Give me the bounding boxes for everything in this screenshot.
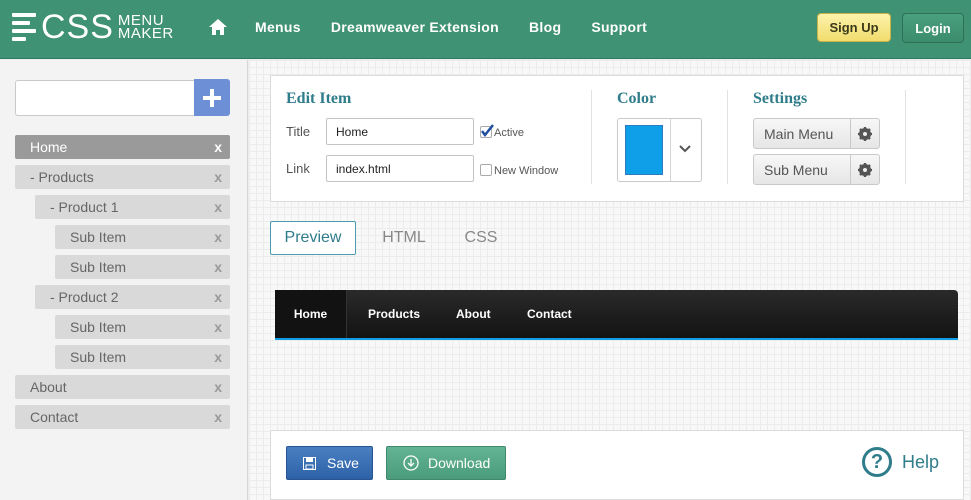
color-swatch (625, 125, 663, 175)
tree-item-label: About (30, 379, 67, 395)
main-nav: Menus Dreamweaver Extension Blog Support (208, 17, 677, 37)
settings-heading: Settings (753, 90, 808, 107)
download-button[interactable]: Download (386, 446, 506, 480)
preview-menu-about[interactable]: About (456, 290, 491, 338)
remove-item-icon[interactable]: x (214, 229, 222, 245)
home-icon[interactable] (208, 17, 228, 37)
preview-menu-products[interactable]: Products (368, 290, 420, 338)
logo-line-maker: MAKER (117, 25, 174, 42)
tree-item[interactable]: Sub Item x (55, 225, 230, 249)
menu-tree-sidebar: Home x - Products x - Product 1 x Sub Item x Sub… (0, 60, 248, 500)
main-menu-label: Main Menu (764, 126, 834, 142)
tree-item-label: Contact (30, 409, 79, 425)
remove-item-icon[interactable]: x (214, 289, 222, 305)
tree-item-label: Sub Item (70, 319, 127, 335)
edit-panel: Edit Item Title Home Active Link index.h… (270, 75, 964, 202)
nav-support[interactable]: Support (591, 19, 647, 35)
login-button[interactable]: Login (902, 13, 964, 43)
tree-item[interactable]: - Product 1 x (35, 195, 230, 219)
nav-blog[interactable]: Blog (529, 19, 561, 35)
nav-menus[interactable]: Menus (255, 19, 301, 35)
nav-dreamweaver-extension[interactable]: Dreamweaver Extension (331, 19, 499, 35)
remove-item-icon[interactable]: x (214, 139, 222, 155)
check-icon (481, 124, 494, 138)
remove-item-icon[interactable]: x (214, 169, 222, 185)
sub-menu-settings-button[interactable]: Sub Menu (753, 154, 880, 185)
divider (591, 90, 592, 184)
tree-item-label: - Products (30, 169, 94, 185)
tree-item-label: - Product 1 (50, 199, 119, 215)
new-window-checkbox[interactable] (480, 164, 492, 176)
new-item-input[interactable] (15, 80, 195, 116)
css-menu-maker-logo[interactable]: CSS MENU MAKER (12, 8, 174, 46)
tree-item[interactable]: Sub Item x (55, 345, 230, 369)
divider (905, 90, 906, 184)
link-input[interactable]: index.html (326, 155, 474, 182)
sub-menu-label: Sub Menu (764, 162, 828, 178)
action-panel: Save Download ? Help (270, 430, 964, 500)
tree-item[interactable]: Sub Item x (55, 315, 230, 339)
download-label: Download (428, 455, 491, 471)
remove-item-icon[interactable]: x (214, 259, 222, 275)
remove-item-icon[interactable]: x (214, 319, 222, 335)
plus-icon (203, 88, 221, 107)
color-picker[interactable] (617, 118, 702, 182)
main-menu-settings-button[interactable]: Main Menu (753, 118, 880, 149)
top-header: CSS MENU MAKER Menus Dreamweaver Extensi… (0, 0, 971, 59)
floppy-disk-icon (303, 456, 316, 470)
download-icon (403, 455, 419, 471)
add-item-button[interactable] (194, 79, 230, 116)
active-label: Active (494, 127, 524, 139)
tree-item[interactable]: - Product 2 x (35, 285, 230, 309)
tree-item-label: Sub Item (70, 349, 127, 365)
tree-item[interactable]: Contact x (15, 405, 230, 429)
tree-item-label: - Product 2 (50, 289, 119, 305)
remove-item-icon[interactable]: x (214, 349, 222, 365)
gear-icon[interactable] (850, 119, 879, 148)
tree-item[interactable]: Sub Item x (55, 255, 230, 279)
chevron-down-icon (679, 145, 691, 153)
menu-preview: Home Products About Contact (275, 290, 958, 340)
tree-item-label: Sub Item (70, 229, 127, 245)
active-checkbox[interactable] (480, 124, 494, 138)
gear-icon[interactable] (850, 155, 879, 184)
title-input[interactable]: Home (326, 118, 474, 145)
tab-preview[interactable]: Preview (270, 221, 356, 255)
editor-area: Edit Item Title Home Active Link index.h… (249, 60, 971, 500)
tree-item[interactable]: About x (15, 375, 230, 399)
tree-item-label: Sub Item (70, 259, 127, 275)
save-button[interactable]: Save (286, 446, 373, 480)
edit-item-heading: Edit Item (286, 90, 352, 107)
divider (727, 90, 728, 184)
tree-item[interactable]: - Products x (15, 165, 230, 189)
view-tabs: Preview HTML CSS (270, 221, 510, 255)
logo-icon (12, 13, 36, 41)
new-window-label: New Window (494, 165, 559, 177)
tab-html[interactable]: HTML (356, 221, 452, 255)
help-label: Help (902, 451, 940, 472)
save-label: Save (327, 455, 359, 471)
divider (670, 119, 671, 181)
tree-item[interactable]: Home x (15, 135, 230, 159)
title-label: Title (286, 124, 311, 139)
logo-subtext: MENU MAKER (117, 13, 174, 42)
tab-css[interactable]: CSS (452, 221, 510, 255)
preview-menu-contact[interactable]: Contact (527, 290, 572, 338)
remove-item-icon[interactable]: x (214, 199, 222, 215)
help-icon: ? (862, 447, 892, 477)
sign-up-button[interactable]: Sign Up (817, 13, 891, 42)
tree-item-label: Home (30, 139, 68, 155)
link-label: Link (286, 161, 310, 176)
help-link[interactable]: ? Help (862, 447, 939, 477)
color-heading: Color (617, 90, 657, 107)
preview-menu-home[interactable]: Home (275, 290, 347, 338)
remove-item-icon[interactable]: x (214, 379, 222, 395)
remove-item-icon[interactable]: x (214, 409, 222, 425)
logo-text: CSS (41, 8, 114, 46)
